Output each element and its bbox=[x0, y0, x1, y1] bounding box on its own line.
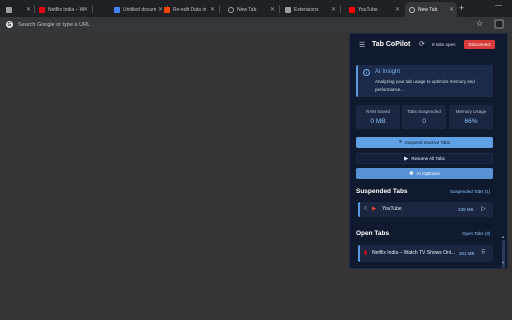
suspended-tabs-link[interactable]: Suspended Tabs (1) bbox=[450, 189, 490, 194]
browser-tab[interactable]: Re-edit Data in ✕ bbox=[160, 2, 218, 17]
stat-value: 66% bbox=[464, 118, 478, 125]
close-icon[interactable]: ✕ bbox=[331, 6, 336, 13]
close-icon[interactable]: ✕ bbox=[395, 6, 400, 13]
pause-icon: ⏸ bbox=[399, 139, 402, 145]
bookmark-star-icon[interactable]: ☆ bbox=[476, 19, 483, 28]
insight-title: AI Insight bbox=[375, 69, 401, 75]
sparkle-icon: ✺ bbox=[409, 170, 414, 177]
stat-label: Tabs Suspended bbox=[407, 109, 441, 114]
app-title: Tab CoPilot bbox=[372, 41, 411, 48]
netflix-icon: ▮ bbox=[364, 250, 368, 256]
open-tab-item[interactable]: ▮ Netflix India – Watch TV Shows Onl... … bbox=[358, 245, 493, 262]
stat-memory-usage: Memory Usage 66% bbox=[449, 105, 493, 129]
minimize-icon[interactable]: — bbox=[495, 2, 502, 9]
close-icon[interactable]: ✕ bbox=[26, 6, 31, 13]
browser-tab-active[interactable]: New Tab ✕ bbox=[405, 2, 457, 17]
browser-tab[interactable]: Netflix India – W ✕ bbox=[35, 2, 91, 17]
generic-icon bbox=[6, 6, 12, 13]
tab-memory: 301 MB bbox=[459, 251, 475, 256]
refresh-icon[interactable]: ⟳ bbox=[419, 40, 425, 48]
play-icon: ▶ bbox=[404, 155, 409, 162]
tab-name: Netflix India – Watch TV Shows Onl... bbox=[372, 250, 456, 256]
scroll-down-icon[interactable]: ▼ bbox=[501, 260, 505, 265]
button-label: AI Optimize bbox=[416, 171, 440, 176]
tab-name: YouTube bbox=[382, 206, 402, 212]
youtube-icon: ▶ bbox=[372, 206, 377, 212]
google-icon: G bbox=[6, 21, 13, 28]
youtube-icon bbox=[349, 6, 355, 13]
ai-optimize-button[interactable]: ✺ AI Optimize bbox=[356, 168, 493, 179]
tab-title: New Tab bbox=[418, 6, 438, 13]
browser-tab[interactable]: Extensions ✕ bbox=[281, 2, 339, 17]
omnibox-placeholder: Search Google or type a URL bbox=[18, 21, 91, 28]
tab-copilot-popup: ☰ Tab CoPilot ⟳ 8 tabs open Disconnect i… bbox=[349, 33, 508, 269]
browser-tab[interactable]: Untitled docum ✕ bbox=[110, 2, 166, 17]
close-icon[interactable]: ✕ bbox=[83, 6, 88, 13]
open-tabs-link[interactable]: Open Tabs (8) bbox=[462, 231, 490, 236]
button-label: Suspend Inactive Tabs bbox=[404, 140, 450, 145]
tab-title: YouTube bbox=[358, 6, 378, 13]
menu-icon[interactable]: ☰ bbox=[359, 41, 365, 49]
tabs-open-count: 8 tabs open bbox=[432, 42, 456, 47]
omnibox[interactable]: G Search Google or type a URL bbox=[3, 18, 471, 31]
netflix-icon bbox=[39, 6, 45, 13]
tab-title: Untitled docum bbox=[123, 6, 157, 13]
info-icon: i bbox=[363, 69, 370, 76]
tab-title: Netflix India – W bbox=[48, 6, 85, 13]
suspend-inactive-button[interactable]: ⏸ Suspend Inactive Tabs bbox=[356, 137, 493, 148]
browser-toolbar: G Search Google or type a URL ☆ bbox=[0, 17, 512, 32]
browser-tab[interactable]: YouTube ✕ bbox=[345, 2, 403, 17]
chrome-icon bbox=[409, 6, 415, 13]
scroll-up-icon[interactable]: ▲ bbox=[501, 234, 505, 239]
open-tabs-heading: Open Tabs bbox=[356, 230, 390, 237]
suspended-tab-item[interactable]: ☾ ▶ YouTube 339 MB ▷ bbox=[358, 202, 493, 217]
new-tab-button[interactable]: + bbox=[459, 3, 464, 13]
chrome-icon bbox=[228, 6, 234, 13]
insight-text: Analyzing your tab usage to optimize mem… bbox=[375, 79, 475, 92]
button-label: Resume All Tabs bbox=[411, 156, 445, 161]
browser-tab-strip: ✕ Netflix India – W ✕ Untitled docum ✕ R… bbox=[0, 0, 512, 17]
stat-value: 0 bbox=[422, 118, 426, 125]
close-icon[interactable]: ✕ bbox=[270, 6, 275, 13]
stat-value: 0 MB bbox=[370, 118, 386, 125]
browser-tab[interactable]: New Tab ✕ bbox=[224, 2, 278, 17]
tab-title: New Tab bbox=[237, 6, 257, 13]
stat-tabs-suspended: Tabs Suspended 0 bbox=[402, 105, 446, 129]
stat-ram-saved: RAM Saved 0 MB bbox=[356, 105, 400, 129]
browser-tab[interactable]: ✕ bbox=[2, 2, 34, 17]
extension-icon[interactable] bbox=[494, 19, 504, 29]
close-icon[interactable]: ✕ bbox=[210, 6, 215, 13]
ai-insight-card: i AI Insight Analyzing your tab usage to… bbox=[356, 65, 493, 97]
disconnect-button[interactable]: Disconnect bbox=[464, 40, 495, 49]
tab-title: Extensions bbox=[294, 6, 319, 13]
tab-memory: 339 MB bbox=[458, 207, 474, 212]
docs-icon bbox=[114, 6, 120, 13]
stat-label: RAM Saved bbox=[365, 109, 390, 114]
grid-icon[interactable]: ⠿ bbox=[481, 249, 485, 256]
suspended-tabs-heading: Suspended Tabs bbox=[356, 188, 408, 195]
tab-title: Re-edit Data in bbox=[173, 6, 207, 13]
close-icon[interactable]: ✕ bbox=[449, 6, 454, 13]
reddit-icon bbox=[164, 6, 170, 13]
puzzle-icon bbox=[285, 6, 291, 13]
moon-icon: ☾ bbox=[364, 206, 369, 212]
play-icon[interactable]: ▷ bbox=[481, 205, 486, 212]
resume-all-button[interactable]: ▶ Resume All Tabs bbox=[356, 153, 493, 164]
stat-label: Memory Usage bbox=[455, 109, 487, 114]
